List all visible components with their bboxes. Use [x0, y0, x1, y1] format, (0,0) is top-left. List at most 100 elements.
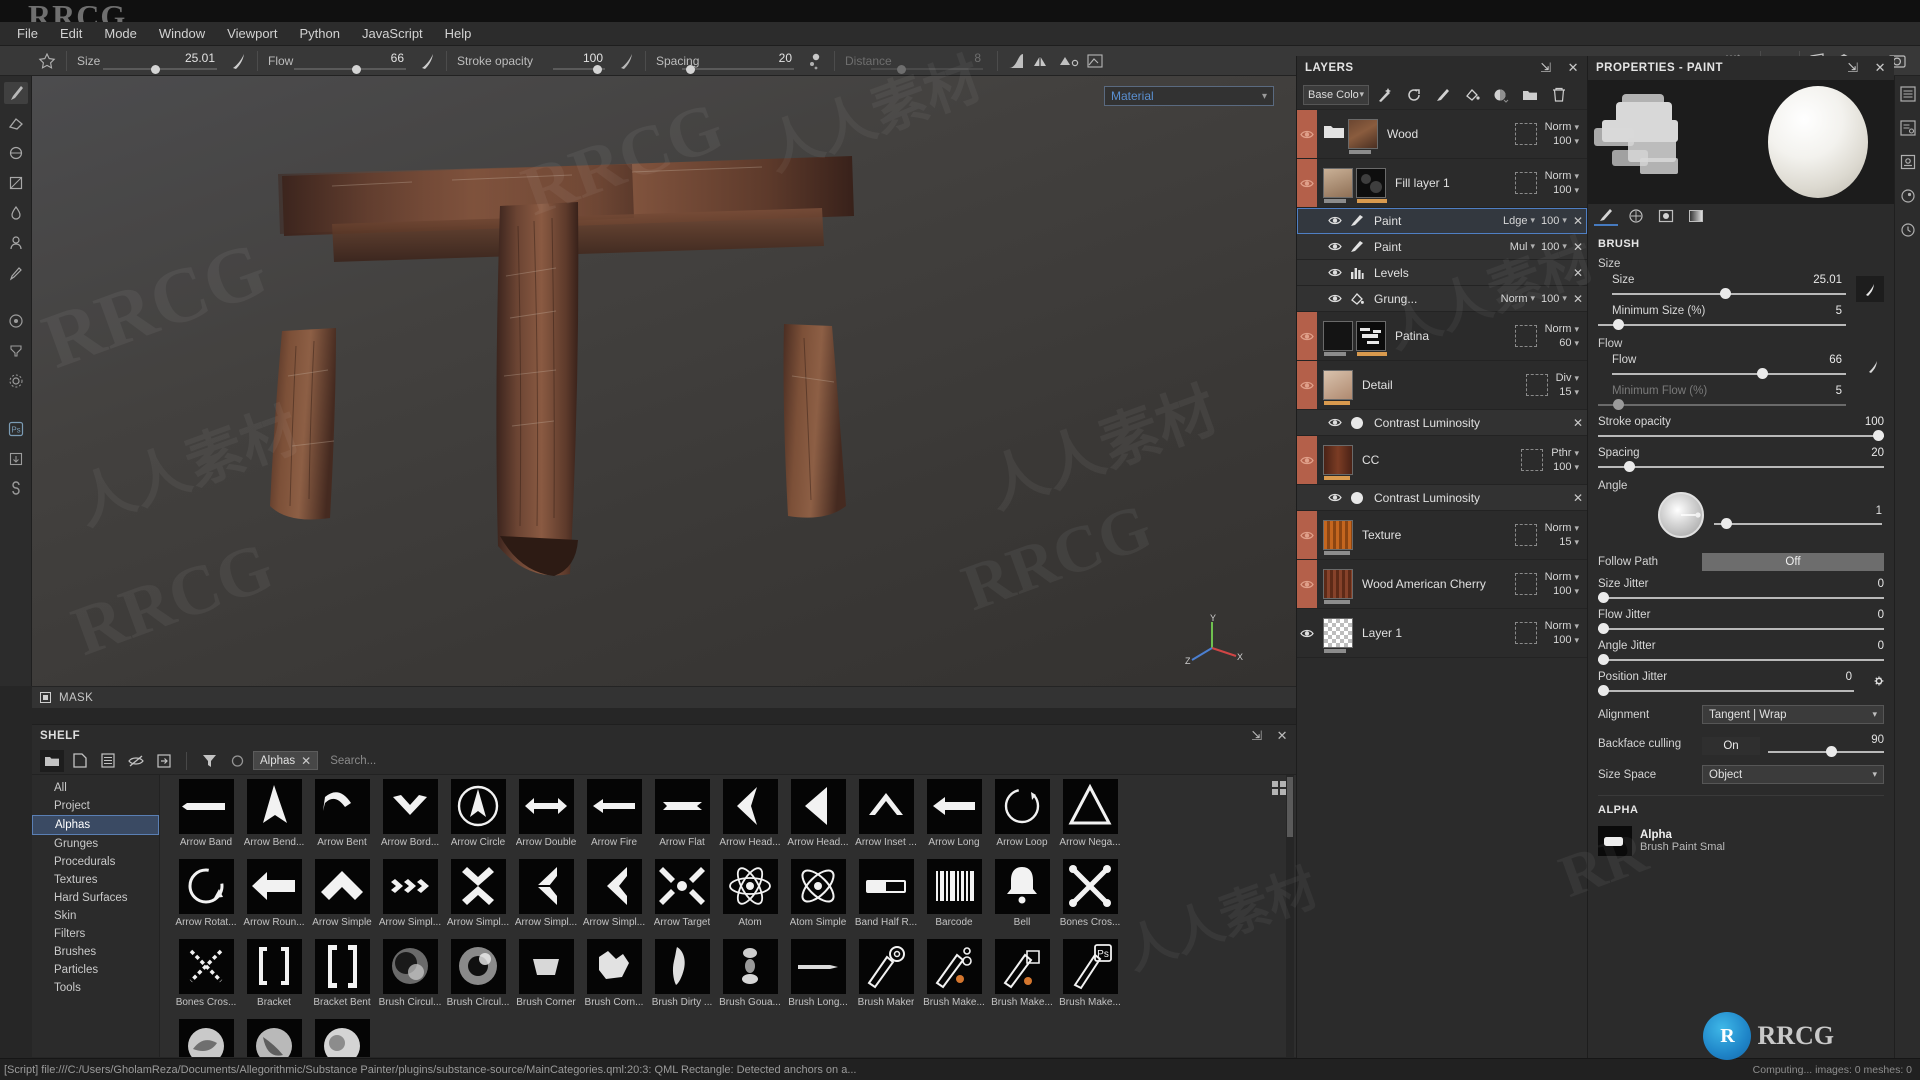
tool-rail[interactable]: Ps [0, 76, 32, 686]
remove-effect-icon[interactable]: ✕ [1573, 266, 1583, 280]
layer-row[interactable]: Layer 1 Norm ▾ 100 ▾ [1297, 609, 1587, 658]
projection-tool-icon[interactable] [4, 142, 28, 164]
delete-layer-icon[interactable] [1546, 83, 1572, 107]
remove-effect-icon[interactable]: ✕ [1573, 214, 1583, 228]
layer-opacity[interactable]: 100 [1541, 215, 1559, 227]
shelf-category-all[interactable]: All [32, 779, 159, 797]
menu-help[interactable]: Help [434, 23, 483, 44]
follow-path-row[interactable]: Follow Path Off [1588, 548, 1894, 576]
shelf-item[interactable]: Arrow Head... [784, 779, 852, 859]
shelf-item[interactable]: Arrow Head... [716, 779, 784, 859]
slider-angle-jitter[interactable]: Angle Jitter 0 [1588, 638, 1894, 669]
shelf-item[interactable]: Arrow Rotat... [172, 859, 240, 939]
layer-effect-row[interactable]: Grung... Norm ▾ 100 ▾ ✕ [1297, 286, 1587, 312]
close-icon[interactable]: ✕ [301, 754, 311, 768]
mask-bar[interactable]: MASK [32, 686, 1296, 708]
symmetry-mirror-icon[interactable] [1056, 49, 1082, 73]
tab-stencil[interactable] [1654, 206, 1678, 226]
shelf-refresh-icon[interactable] [225, 750, 249, 772]
layer-opacity[interactable]: 100 [1541, 293, 1559, 305]
layer-blend-controls[interactable]: Norm ▾ 100 ▾ [1545, 571, 1579, 597]
symmetry-dropdown-icon[interactable] [1030, 49, 1056, 73]
layer-effect-row[interactable]: Paint Mul ▾ 100 ▾ ✕ [1297, 234, 1587, 260]
layer-mask-slot[interactable] [1514, 172, 1537, 194]
menu-file[interactable]: File [6, 23, 49, 44]
shelf-item[interactable]: Arrow Double [512, 779, 580, 859]
clone-tool-icon[interactable] [4, 232, 28, 254]
shelf-item[interactable]: Brush Dirty ... [648, 939, 716, 1019]
eraser-tool-icon[interactable] [4, 112, 28, 134]
texture-set-settings-icon[interactable] [1898, 118, 1918, 138]
alpha-card[interactable]: Alpha Brush Paint Smal [1588, 820, 1894, 862]
shelf-search-input[interactable]: Search... [322, 755, 1288, 767]
layers-panel[interactable]: LAYERS ⇲ ✕ Base Colo ▾ Wood Norm ▾ 100 ▾… [1296, 56, 1588, 1062]
layer-opacity[interactable]: 15 ▾ [1559, 536, 1579, 548]
shelf-item[interactable]: Brush Goua... [716, 939, 784, 1019]
polygon-fill-icon[interactable] [4, 172, 28, 194]
shelf-categories[interactable]: All Project Alphas Grunges Procedurals Textur… [32, 775, 160, 1057]
shelf-category-filters[interactable]: Filters [32, 925, 159, 943]
shelf-new-icon[interactable] [68, 750, 92, 772]
axis-gizmo[interactable]: Y X Z [1184, 612, 1244, 672]
layer-blend-mode[interactable]: Norm ▾ [1545, 620, 1579, 632]
shelf-item[interactable]: Arrow Loop [988, 779, 1056, 859]
add-fill-layer-icon[interactable] [1459, 83, 1485, 107]
alignment-row[interactable]: Alignment Tangent | Wrap ▾ [1588, 700, 1894, 729]
slider-stroke-opacity[interactable]: Stroke opacity 100 [1588, 414, 1894, 445]
bake-icon[interactable] [4, 340, 28, 362]
layer-opacity[interactable]: 60 ▾ [1559, 337, 1579, 349]
layer-thumbnails[interactable] [1323, 520, 1353, 555]
layer-blend-mode[interactable]: Mul [1510, 241, 1528, 253]
shelf-item[interactable]: Brush Paint... [172, 1019, 240, 1057]
menu-python[interactable]: Python [288, 23, 350, 44]
shelf-item[interactable]: Bones Cros... [172, 939, 240, 1019]
substance-icon[interactable] [4, 478, 28, 500]
shelf-item[interactable]: Arrow Simple [308, 859, 376, 939]
export-icon[interactable] [4, 448, 28, 470]
shelf-item[interactable]: Ps Brush Make... [1056, 939, 1124, 1019]
spacing-dots-icon[interactable] [802, 49, 828, 73]
jitter-settings-icon[interactable] [1872, 675, 1886, 694]
layer-row[interactable]: Patina Norm ▾ 60 ▾ [1297, 312, 1587, 361]
size-space-row[interactable]: Size Space Object ▾ [1588, 760, 1894, 789]
visibility-eye-icon[interactable] [1325, 215, 1345, 226]
visibility-eye-icon[interactable] [1325, 267, 1345, 278]
shelf-item[interactable]: Arrow Bent [308, 779, 376, 859]
layer-opacity[interactable]: 15 ▾ [1559, 386, 1579, 398]
shelf-item[interactable]: Band Half R... [852, 859, 920, 939]
shelf-item[interactable]: Brush Make... [920, 939, 988, 1019]
shelf-category-particles[interactable]: Particles [32, 961, 159, 979]
layer-blend-controls[interactable]: Norm ▾ 60 ▾ [1545, 323, 1579, 349]
layer-blend-mode[interactable]: Norm ▾ [1545, 170, 1579, 182]
shelf-category-textures[interactable]: Textures [32, 871, 159, 889]
history-icon[interactable] [1898, 220, 1918, 240]
shelf-category-tools[interactable]: Tools [32, 979, 159, 997]
menu-viewport[interactable]: Viewport [216, 23, 288, 44]
layer-blend-mode[interactable]: Norm ▾ [1545, 571, 1579, 583]
layer-blend-mode[interactable]: Div ▾ [1556, 372, 1579, 384]
layers-channel-selector[interactable]: Base Colo ▾ [1303, 84, 1369, 105]
remove-effect-icon[interactable]: ✕ [1573, 491, 1583, 505]
layers-close-icon[interactable]: ✕ [1568, 60, 1579, 76]
slider-size[interactable]: Size 25.01 [1588, 272, 1894, 303]
add-folder-icon[interactable] [1517, 83, 1543, 107]
flow-pressure-toggle-icon[interactable] [1866, 358, 1880, 379]
visibility-eye-icon[interactable] [1297, 129, 1317, 140]
visibility-eye-icon[interactable] [1297, 178, 1317, 189]
menu-javascript[interactable]: JavaScript [351, 23, 434, 44]
add-effect-icon[interactable] [1372, 83, 1398, 107]
settings-gear-icon[interactable] [4, 370, 28, 392]
shelf-folder-icon[interactable] [40, 749, 64, 772]
visibility-eye-icon[interactable] [1297, 628, 1317, 639]
layers-maximize-icon[interactable]: ⇲ [1540, 60, 1551, 76]
slider-flow[interactable]: Flow 66 [1588, 352, 1894, 383]
layers-list[interactable]: Wood Norm ▾ 100 ▾ Fill layer 1 Norm ▾ 100 ▾ Paint L… [1297, 110, 1587, 658]
layer-blend-mode[interactable]: Norm ▾ [1545, 121, 1579, 133]
shelf-item[interactable]: Brush Paint... [308, 1019, 376, 1057]
shelf-item[interactable]: Arrow Target [648, 859, 716, 939]
visibility-eye-icon[interactable] [1325, 293, 1345, 304]
add-mask-icon[interactable] [1488, 83, 1514, 107]
layer-mask-slot[interactable] [1514, 325, 1537, 347]
falloff-curve-icon[interactable] [1004, 49, 1030, 73]
slider-minimum-flow[interactable]: Minimum Flow (%) 5 [1588, 383, 1894, 414]
